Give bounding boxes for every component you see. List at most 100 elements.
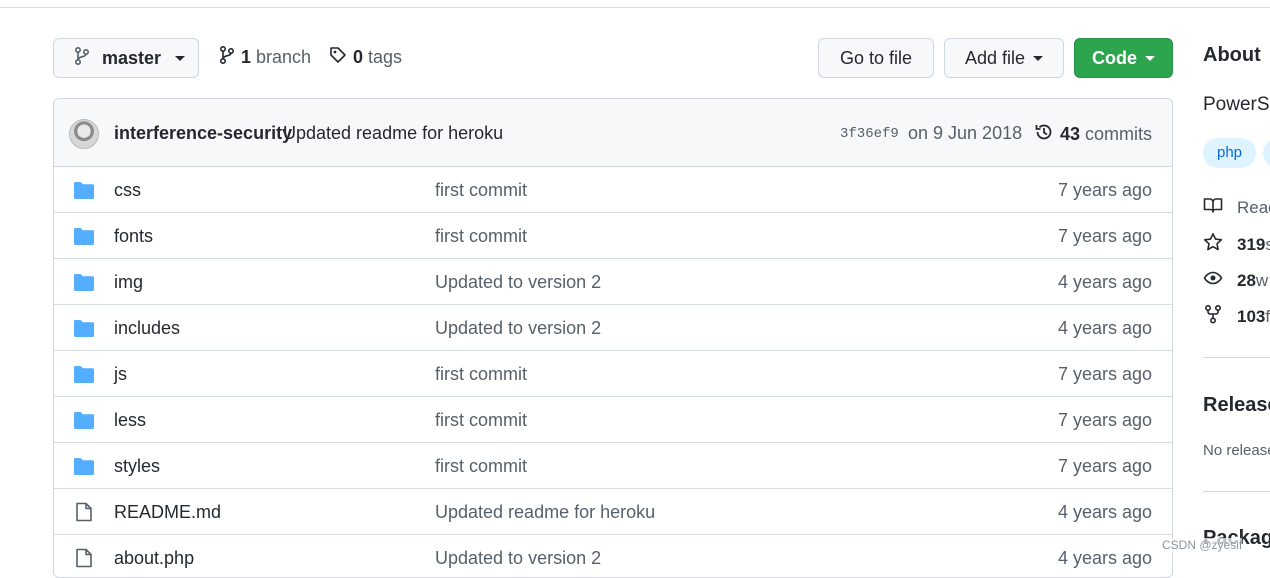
- book-icon: [1203, 195, 1237, 220]
- branch-select-button[interactable]: master: [53, 38, 199, 78]
- latest-commit-bar: interference-security Updated readme for…: [54, 99, 1172, 167]
- commit-count: 43: [1060, 124, 1081, 144]
- branch-word: branch: [256, 47, 312, 67]
- table-row[interactable]: less first commit 7 years ago: [54, 397, 1172, 443]
- folder-icon: [73, 272, 95, 297]
- tag-word: tags: [368, 47, 403, 67]
- watcher-count: 28: [1237, 270, 1256, 290]
- file-age: 7 years ago: [1057, 226, 1152, 246]
- table-row[interactable]: about.php Updated to version 2 4 years a…: [54, 535, 1172, 577]
- tag-count: 0: [353, 47, 364, 67]
- file-name-link[interactable]: about.php: [114, 548, 194, 569]
- tag-icon: [329, 46, 347, 69]
- file-commit-message-link[interactable]: first commit: [435, 456, 527, 477]
- folder-icon: [73, 318, 95, 343]
- table-row[interactable]: styles first commit 7 years ago: [54, 443, 1172, 489]
- folder-icon: [73, 456, 95, 481]
- fork-count: 103: [1237, 306, 1266, 326]
- readme-label: Read: [1237, 197, 1270, 217]
- commits-link[interactable]: 43 commits: [1034, 122, 1152, 147]
- file-age: 7 years ago: [1057, 364, 1152, 384]
- folder-icon: [73, 180, 95, 205]
- file-commit-message-link[interactable]: first commit: [435, 410, 527, 431]
- file-commit-message-link[interactable]: Updated to version 2: [435, 318, 601, 339]
- go-to-file-button[interactable]: Go to file: [818, 38, 934, 78]
- file-age: 7 years ago: [1057, 180, 1152, 200]
- readme-link[interactable]: Read: [1203, 195, 1270, 220]
- file-commit-message-link[interactable]: Updated readme for heroku: [435, 502, 655, 523]
- folder-icon: [73, 410, 95, 435]
- commit-sha-link[interactable]: 3f36ef9: [840, 126, 899, 142]
- releases-heading[interactable]: Release: [1203, 394, 1270, 417]
- file-age: 4 years ago: [1057, 318, 1152, 338]
- tags-link[interactable]: 0 tags: [329, 46, 402, 69]
- table-row[interactable]: css first commit 7 years ago: [54, 167, 1172, 213]
- forks-suffix: f: [1265, 306, 1270, 326]
- branch-name: master: [102, 47, 162, 68]
- code-label: Code: [1092, 47, 1137, 68]
- file-icon: [73, 548, 95, 573]
- commit-count-word: commits: [1085, 124, 1153, 144]
- watchers-link[interactable]: 28 w: [1203, 268, 1268, 293]
- file-icon: [73, 502, 95, 527]
- repo-description: PowerSl: [1203, 94, 1270, 115]
- commit-author-link[interactable]: interference-security: [114, 123, 292, 144]
- star-icon: [1203, 232, 1237, 257]
- watchers-suffix: w: [1255, 270, 1269, 290]
- file-name-link[interactable]: js: [114, 364, 127, 385]
- forks-link[interactable]: 103 f: [1203, 304, 1270, 329]
- commit-date: on 9 Jun 2018: [908, 123, 1023, 143]
- file-browser: interference-security Updated readme for…: [53, 98, 1173, 578]
- no-releases-note: No release: [1203, 442, 1270, 459]
- table-row[interactable]: img Updated to version 2 4 years ago: [54, 259, 1172, 305]
- file-commit-message-link[interactable]: first commit: [435, 226, 527, 247]
- avatar[interactable]: [69, 119, 99, 149]
- file-commit-message-link[interactable]: Updated to version 2: [435, 548, 601, 569]
- go-to-file-label: Go to file: [839, 47, 913, 68]
- history-icon: [1034, 122, 1054, 147]
- folder-icon: [73, 364, 95, 389]
- file-name-link[interactable]: README.md: [114, 502, 221, 523]
- fork-icon: [1203, 304, 1237, 329]
- branch-count: 1: [241, 47, 252, 67]
- code-button[interactable]: Code: [1074, 38, 1173, 78]
- file-name-link[interactable]: includes: [114, 318, 180, 339]
- eye-icon: [1203, 268, 1237, 293]
- chevron-down-icon: [1033, 55, 1044, 61]
- git-branch-icon: [74, 46, 102, 70]
- file-age: 4 years ago: [1057, 272, 1152, 292]
- add-file-label: Add file: [964, 47, 1026, 68]
- sidebar-divider: [1203, 357, 1270, 358]
- stars-link[interactable]: 319 s: [1203, 232, 1270, 257]
- git-branch-icon: [219, 45, 235, 69]
- file-name-link[interactable]: fonts: [114, 226, 153, 247]
- stars-suffix: s: [1265, 234, 1270, 254]
- file-name-link[interactable]: img: [114, 272, 143, 293]
- file-age: 7 years ago: [1057, 410, 1152, 430]
- table-row[interactable]: includes Updated to version 2 4 years ag…: [54, 305, 1172, 351]
- commit-message-link[interactable]: Updated readme for heroku: [283, 123, 503, 144]
- topic-tag[interactable]: [1263, 138, 1270, 168]
- chevron-down-icon: [1145, 55, 1155, 61]
- about-heading: About: [1203, 44, 1261, 66]
- folder-icon: [73, 226, 95, 251]
- file-commit-message-link[interactable]: first commit: [435, 180, 527, 201]
- add-file-button[interactable]: Add file: [944, 38, 1064, 78]
- file-list: css first commit 7 years ago fonts first…: [54, 167, 1172, 577]
- top-border: [0, 0, 1270, 8]
- file-commit-message-link[interactable]: Updated to version 2: [435, 272, 601, 293]
- branches-link[interactable]: 1 branch: [219, 45, 312, 69]
- file-name-link[interactable]: less: [114, 410, 146, 431]
- watermark: CSDN @zyesif: [1162, 538, 1243, 552]
- file-age: 4 years ago: [1057, 502, 1152, 522]
- table-row[interactable]: js first commit 7 years ago: [54, 351, 1172, 397]
- topic-tag[interactable]: php: [1203, 138, 1257, 168]
- star-count: 319: [1237, 234, 1266, 254]
- table-row[interactable]: README.md Updated readme for heroku 4 ye…: [54, 489, 1172, 535]
- table-row[interactable]: fonts first commit 7 years ago: [54, 213, 1172, 259]
- file-name-link[interactable]: css: [114, 180, 141, 201]
- file-name-link[interactable]: styles: [114, 456, 160, 477]
- file-age: 4 years ago: [1057, 548, 1152, 568]
- file-commit-message-link[interactable]: first commit: [435, 364, 527, 385]
- sidebar-divider: [1203, 491, 1270, 492]
